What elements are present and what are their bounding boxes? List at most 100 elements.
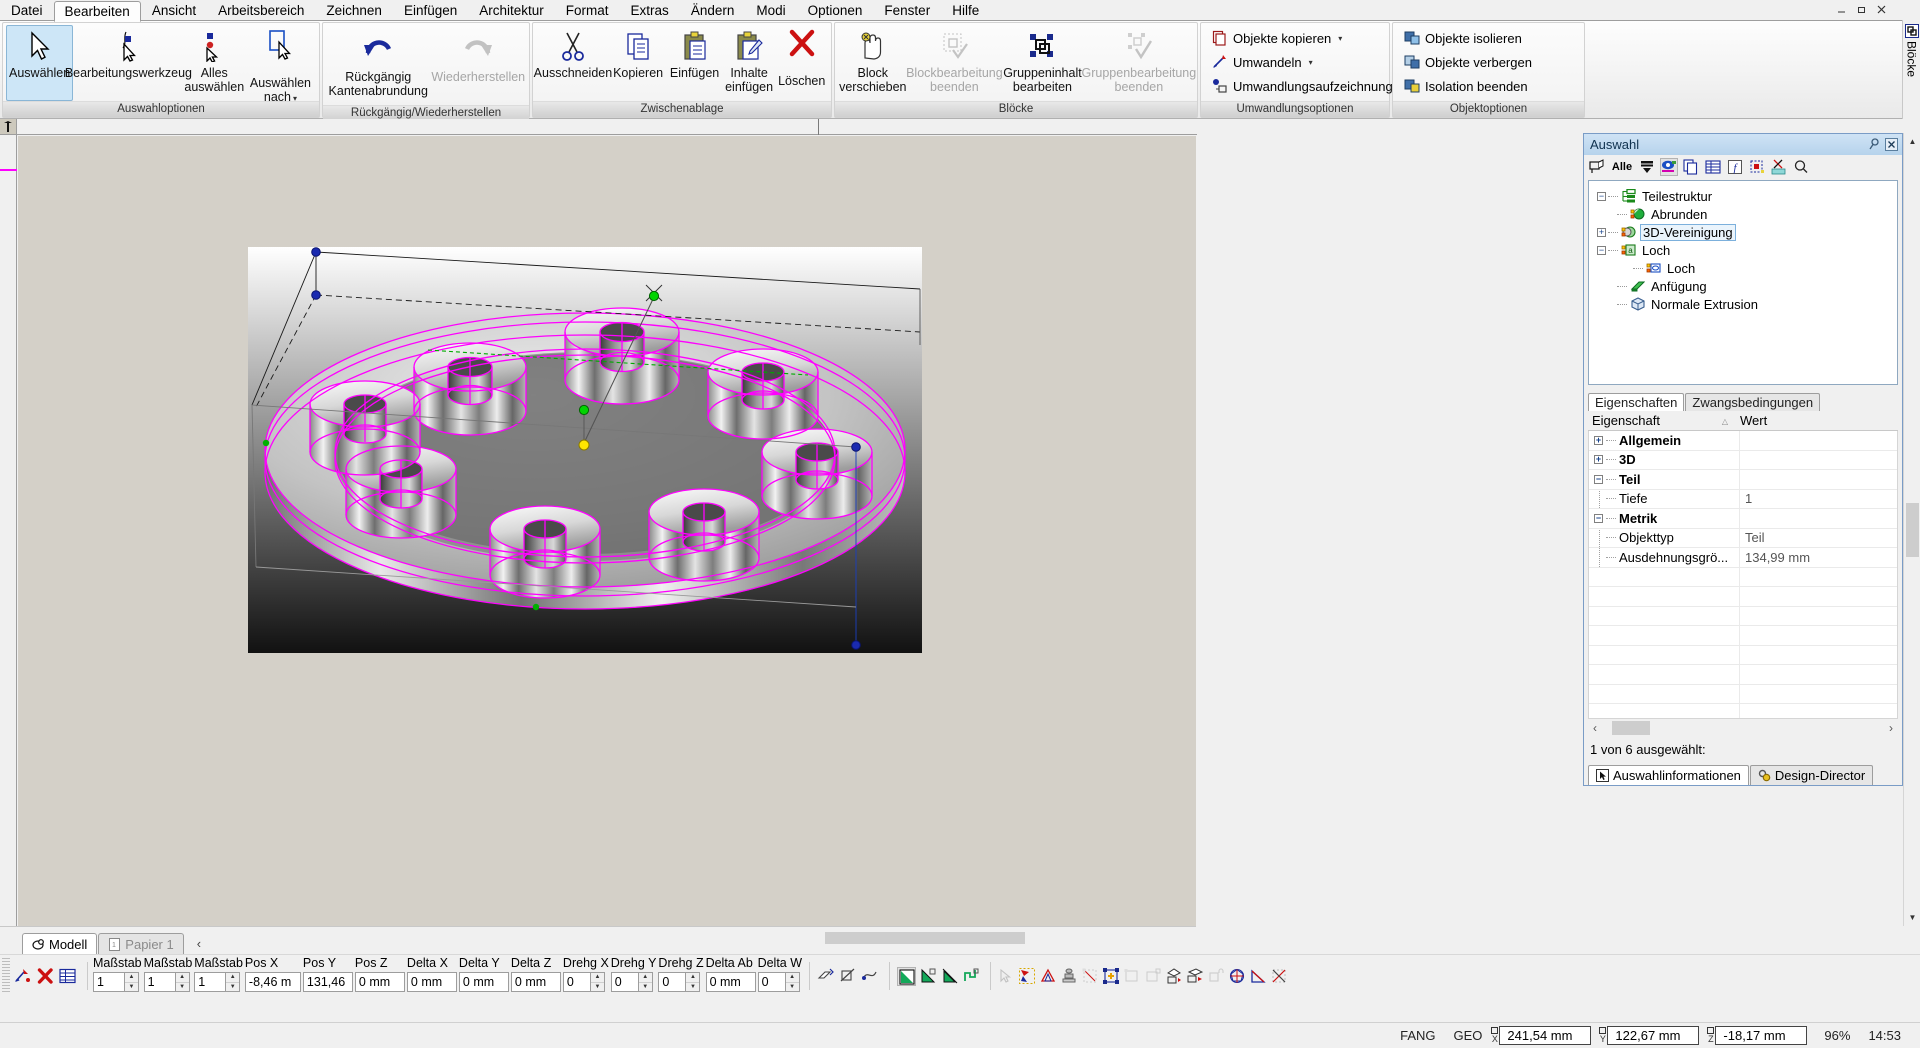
- menu-format[interactable]: Format: [555, 0, 620, 21]
- tree-item-loch-group[interactable]: − a Loch: [1593, 241, 1893, 259]
- menu-architektur[interactable]: Architektur: [468, 0, 555, 21]
- mirror-icon[interactable]: [839, 967, 856, 984]
- bbox-diagonal-icon[interactable]: [1271, 968, 1287, 984]
- table-row[interactable]: Tiefe 1: [1589, 489, 1897, 509]
- main-vertical-scrollbar[interactable]: ▲ ▼: [1903, 133, 1920, 926]
- tree-item-teilestruktur[interactable]: − Teilestruktur: [1593, 187, 1893, 205]
- viewport-hscrollbar[interactable]: [640, 930, 1196, 946]
- curve-point-icon[interactable]: [861, 967, 878, 984]
- field-value[interactable]: 1: [93, 972, 125, 992]
- tree-item-loch-child[interactable]: Loch: [1593, 259, 1893, 277]
- menu-ansicht[interactable]: Ansicht: [141, 0, 207, 21]
- status-fang[interactable]: FANG: [1391, 1028, 1444, 1043]
- cancel-red-x-icon[interactable]: [37, 968, 54, 984]
- field-value[interactable]: 1: [194, 972, 227, 992]
- minimize-button[interactable]: [1832, 2, 1850, 17]
- menu-zeichnen[interactable]: Zeichnen: [315, 0, 393, 21]
- bbox-select-icon[interactable]: [1082, 968, 1098, 984]
- model-3d-canvas[interactable]: [248, 247, 922, 653]
- button-objekte-kopieren[interactable]: Objekte kopieren ▾: [1204, 26, 1350, 50]
- field-value[interactable]: 0: [757, 972, 786, 992]
- button-einfuegen[interactable]: Einfügen: [666, 25, 722, 101]
- center-node-icon[interactable]: [1103, 968, 1120, 984]
- tree-expander[interactable]: +: [1597, 227, 1606, 237]
- coord-z-value[interactable]: -18,17 mm: [1715, 1026, 1808, 1045]
- button-alles-auswaehlen[interactable]: Alles auswählen: [184, 25, 245, 101]
- collapse-icon[interactable]: [1638, 158, 1656, 176]
- tree-item-anfuegung[interactable]: Anfügung: [1593, 277, 1893, 295]
- button-objekte-isolieren[interactable]: Objekte isolieren: [1396, 26, 1530, 50]
- button-gruppenbearbeitung-beenden[interactable]: Gruppenbearbeitung beenden: [1082, 25, 1196, 101]
- pin-icon[interactable]: [1867, 137, 1882, 152]
- field-value[interactable]: 1: [143, 972, 176, 992]
- mesh-icon[interactable]: [1229, 968, 1245, 984]
- tree-expander[interactable]: −: [1597, 191, 1606, 201]
- cut-icon[interactable]: [1770, 158, 1788, 176]
- restore-button[interactable]: [1852, 2, 1870, 17]
- status-geo[interactable]: GEO: [1445, 1028, 1492, 1043]
- table-row[interactable]: [1589, 645, 1897, 665]
- scroll-track[interactable]: [1602, 721, 1884, 735]
- field-value[interactable]: 0 mm: [705, 972, 756, 992]
- part-structure-tree[interactable]: − Teilestruktur Abrunden + 3D-Vereinigun…: [1588, 180, 1898, 385]
- rotate3d-icon[interactable]: [817, 967, 834, 984]
- button-umwandeln[interactable]: Umwandeln ▾: [1204, 50, 1321, 74]
- triangle-measure-icon[interactable]: [1040, 968, 1056, 984]
- snap-toggle-icon[interactable]: [14, 968, 32, 984]
- tab-design-director[interactable]: Design-Director: [1749, 765, 1874, 785]
- tree-expander[interactable]: −: [1597, 245, 1606, 255]
- button-objekte-verbergen[interactable]: Objekte verbergen: [1396, 50, 1540, 74]
- table-row[interactable]: [1589, 665, 1897, 685]
- menu-hilfe[interactable]: Hilfe: [941, 0, 990, 21]
- drawing-viewport[interactable]: [18, 136, 1196, 926]
- tab-eigenschaften[interactable]: Eigenschaften: [1588, 393, 1685, 411]
- menu-aendern[interactable]: Ändern: [680, 0, 746, 21]
- button-inhalte-einfuegen[interactable]: Inhalte einfügen: [723, 25, 776, 101]
- vertical-dock-bloecke[interactable]: Blöcke: [1902, 20, 1920, 119]
- field-value[interactable]: 0: [562, 972, 591, 992]
- ruler-origin-icon[interactable]: [0, 119, 17, 135]
- surface-edge-icon[interactable]: [921, 968, 937, 984]
- function-icon[interactable]: f: [1726, 158, 1744, 176]
- close-icon[interactable]: [1884, 137, 1899, 152]
- field-value[interactable]: -8,46 m: [244, 972, 301, 992]
- table-icon[interactable]: [1704, 158, 1722, 176]
- table-row[interactable]: + Allgemein: [1589, 431, 1897, 451]
- all-button[interactable]: Alle: [1610, 158, 1634, 176]
- table-row[interactable]: [1589, 567, 1897, 587]
- spinner[interactable]: ▲ ▼: [785, 972, 800, 992]
- table-row[interactable]: [1589, 704, 1897, 718]
- tab-auswahlinformationen[interactable]: Auswahlinformationen: [1588, 765, 1749, 785]
- menu-datei[interactable]: Datei: [0, 0, 54, 21]
- surface-line-icon[interactable]: [942, 968, 958, 984]
- flip-down-icon[interactable]: [1187, 968, 1204, 984]
- header-wert[interactable]: Wert: [1740, 413, 1767, 428]
- expander-icon[interactable]: −: [1594, 474, 1603, 484]
- scroll-up-icon[interactable]: ▲: [1904, 133, 1920, 150]
- button-umwandlungsaufzeichnung[interactable]: Umwandlungsaufzeichnung ▾: [1204, 74, 1412, 98]
- field-value[interactable]: 131,46: [302, 972, 353, 992]
- pick-point-icon[interactable]: [1019, 968, 1036, 984]
- button-auswaehlen-nach[interactable]: Auswählen nach ▾: [245, 25, 316, 104]
- triangle-edge-icon[interactable]: [1250, 968, 1266, 984]
- spinner[interactable]: ▲ ▼: [125, 972, 139, 992]
- toolbar-grip[interactable]: [2, 958, 10, 992]
- copy-icon[interactable]: [1682, 158, 1700, 176]
- scroll-left-icon[interactable]: ‹: [1588, 721, 1602, 735]
- scroll-thumb[interactable]: [1906, 503, 1919, 557]
- table-row[interactable]: Ausdehnungsgrö... 134,99 mm: [1589, 548, 1897, 568]
- property-table[interactable]: + Allgemein +3D − Teil Tiefe 1 − Metrik Obj…: [1588, 431, 1898, 719]
- search-icon[interactable]: [1792, 158, 1810, 176]
- button-block-verschieben[interactable]: Block verschieben: [838, 25, 908, 101]
- field-value[interactable]: 0 mm: [510, 972, 561, 992]
- spinner[interactable]: ▲ ▼: [175, 972, 190, 992]
- table-row[interactable]: [1589, 684, 1897, 704]
- flip-up-icon[interactable]: [1166, 968, 1182, 984]
- spinner[interactable]: ▲ ▼: [590, 972, 605, 992]
- tab-modell[interactable]: Modell: [22, 933, 98, 954]
- tab-papier-1[interactable]: 1 Papier 1: [98, 933, 184, 954]
- close-button[interactable]: [1872, 2, 1890, 17]
- chevron-down-icon[interactable]: ▾: [1309, 58, 1313, 67]
- hscroll-thumb[interactable]: [825, 932, 1025, 944]
- scroll-right-icon[interactable]: ›: [1884, 721, 1898, 735]
